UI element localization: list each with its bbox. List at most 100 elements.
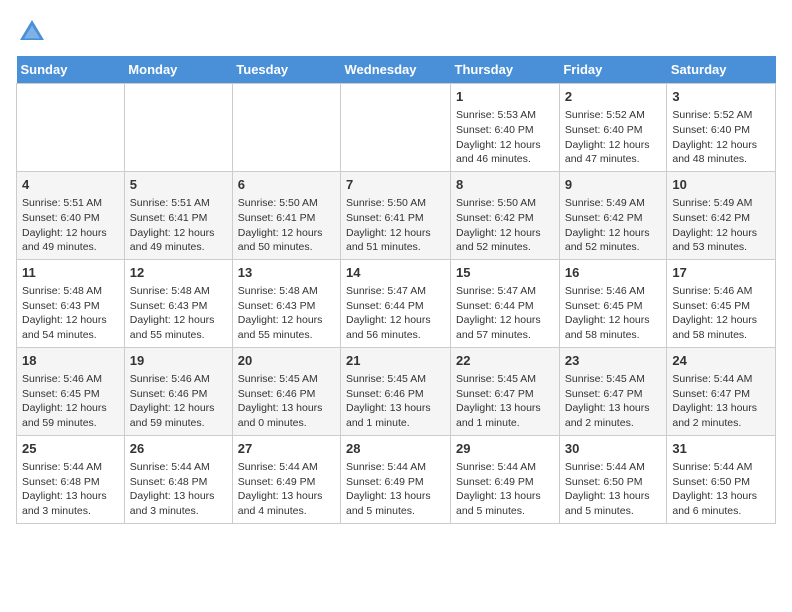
calendar-cell <box>17 84 125 172</box>
day-info: Sunrise: 5:49 AM Sunset: 6:42 PM Dayligh… <box>565 196 662 255</box>
day-info: Sunrise: 5:45 AM Sunset: 6:47 PM Dayligh… <box>456 372 554 431</box>
day-info: Sunrise: 5:47 AM Sunset: 6:44 PM Dayligh… <box>346 284 445 343</box>
day-info: Sunrise: 5:44 AM Sunset: 6:47 PM Dayligh… <box>672 372 770 431</box>
header-row: SundayMondayTuesdayWednesdayThursdayFrid… <box>17 56 776 84</box>
day-number: 3 <box>672 88 770 106</box>
day-header-sunday: Sunday <box>17 56 125 84</box>
day-number: 20 <box>238 352 335 370</box>
calendar-cell: 15 Sunrise: 5:47 AM Sunset: 6:44 PM Dayli… <box>451 259 560 347</box>
calendar-cell <box>341 84 451 172</box>
calendar-cell: 29Sunrise: 5:44 AM Sunset: 6:49 PM Dayli… <box>451 435 560 523</box>
day-number: 31 <box>672 440 770 458</box>
calendar-cell: 17 Sunrise: 5:46 AM Sunset: 6:45 PM Dayli… <box>667 259 776 347</box>
calendar-cell: 24 Sunrise: 5:44 AM Sunset: 6:47 PM Dayli… <box>667 347 776 435</box>
day-info: Sunrise: 5:50 AM Sunset: 6:41 PM Dayligh… <box>238 196 335 255</box>
day-number: 1 <box>456 88 554 106</box>
day-number: 17 <box>672 264 770 282</box>
day-number: 8 <box>456 176 554 194</box>
calendar-cell: 23Sunrise: 5:45 AM Sunset: 6:47 PM Dayli… <box>559 347 667 435</box>
day-info: Sunrise: 5:51 AM Sunset: 6:41 PM Dayligh… <box>130 196 227 255</box>
calendar-cell: 4 Sunrise: 5:51 AM Sunset: 6:40 PM Daylig… <box>17 171 125 259</box>
day-info: Sunrise: 5:48 AM Sunset: 6:43 PM Dayligh… <box>130 284 227 343</box>
day-number: 30 <box>565 440 662 458</box>
day-number: 26 <box>130 440 227 458</box>
day-number: 7 <box>346 176 445 194</box>
day-info: Sunrise: 5:50 AM Sunset: 6:42 PM Dayligh… <box>456 196 554 255</box>
calendar-cell: 13 Sunrise: 5:48 AM Sunset: 6:43 PM Dayli… <box>232 259 340 347</box>
day-number: 25 <box>22 440 119 458</box>
calendar-cell: 5 Sunrise: 5:51 AM Sunset: 6:41 PM Daylig… <box>124 171 232 259</box>
calendar-cell: 26 Sunrise: 5:44 AM Sunset: 6:48 PM Dayli… <box>124 435 232 523</box>
calendar-cell: 10Sunrise: 5:49 AM Sunset: 6:42 PM Dayli… <box>667 171 776 259</box>
day-info: Sunrise: 5:44 AM Sunset: 6:49 PM Dayligh… <box>456 460 554 519</box>
calendar-cell: 8 Sunrise: 5:50 AM Sunset: 6:42 PM Daylig… <box>451 171 560 259</box>
day-number: 21 <box>346 352 445 370</box>
calendar-cell: 16Sunrise: 5:46 AM Sunset: 6:45 PM Dayli… <box>559 259 667 347</box>
day-number: 15 <box>456 264 554 282</box>
day-header-saturday: Saturday <box>667 56 776 84</box>
day-number: 16 <box>565 264 662 282</box>
page-header <box>16 16 776 48</box>
day-header-thursday: Thursday <box>451 56 560 84</box>
day-number: 5 <box>130 176 227 194</box>
day-header-monday: Monday <box>124 56 232 84</box>
calendar-cell: 27Sunrise: 5:44 AM Sunset: 6:49 PM Dayli… <box>232 435 340 523</box>
calendar-cell: 12 Sunrise: 5:48 AM Sunset: 6:43 PM Dayli… <box>124 259 232 347</box>
week-row-2: 4 Sunrise: 5:51 AM Sunset: 6:40 PM Daylig… <box>17 171 776 259</box>
calendar-cell: 30 Sunrise: 5:44 AM Sunset: 6:50 PM Dayli… <box>559 435 667 523</box>
day-number: 19 <box>130 352 227 370</box>
calendar-cell: 28Sunrise: 5:44 AM Sunset: 6:49 PM Dayli… <box>341 435 451 523</box>
logo <box>16 16 52 48</box>
day-number: 2 <box>565 88 662 106</box>
day-info: Sunrise: 5:46 AM Sunset: 6:45 PM Dayligh… <box>672 284 770 343</box>
day-info: Sunrise: 5:51 AM Sunset: 6:40 PM Dayligh… <box>22 196 119 255</box>
week-row-3: 11 Sunrise: 5:48 AM Sunset: 6:43 PM Dayli… <box>17 259 776 347</box>
calendar-cell: 7 Sunrise: 5:50 AM Sunset: 6:41 PM Daylig… <box>341 171 451 259</box>
day-number: 23 <box>565 352 662 370</box>
day-number: 10 <box>672 176 770 194</box>
day-info: Sunrise: 5:45 AM Sunset: 6:46 PM Dayligh… <box>346 372 445 431</box>
day-info: Sunrise: 5:45 AM Sunset: 6:46 PM Dayligh… <box>238 372 335 431</box>
calendar-cell <box>232 84 340 172</box>
calendar-cell: 9 Sunrise: 5:49 AM Sunset: 6:42 PM Daylig… <box>559 171 667 259</box>
day-info: Sunrise: 5:44 AM Sunset: 6:50 PM Dayligh… <box>565 460 662 519</box>
calendar-cell: 2 Sunrise: 5:52 AM Sunset: 6:40 PM Daylig… <box>559 84 667 172</box>
day-number: 24 <box>672 352 770 370</box>
calendar-cell: 14Sunrise: 5:47 AM Sunset: 6:44 PM Dayli… <box>341 259 451 347</box>
calendar-cell: 31 Sunrise: 5:44 AM Sunset: 6:50 PM Dayli… <box>667 435 776 523</box>
calendar-cell: 21 Sunrise: 5:45 AM Sunset: 6:46 PM Dayli… <box>341 347 451 435</box>
calendar-cell: 22 Sunrise: 5:45 AM Sunset: 6:47 PM Dayli… <box>451 347 560 435</box>
day-header-friday: Friday <box>559 56 667 84</box>
day-info: Sunrise: 5:48 AM Sunset: 6:43 PM Dayligh… <box>22 284 119 343</box>
day-info: Sunrise: 5:46 AM Sunset: 6:45 PM Dayligh… <box>22 372 119 431</box>
calendar-cell: 25Sunrise: 5:44 AM Sunset: 6:48 PM Dayli… <box>17 435 125 523</box>
calendar-cell <box>124 84 232 172</box>
day-info: Sunrise: 5:44 AM Sunset: 6:48 PM Dayligh… <box>130 460 227 519</box>
day-number: 11 <box>22 264 119 282</box>
day-info: Sunrise: 5:48 AM Sunset: 6:43 PM Dayligh… <box>238 284 335 343</box>
day-number: 27 <box>238 440 335 458</box>
day-number: 22 <box>456 352 554 370</box>
day-info: Sunrise: 5:44 AM Sunset: 6:49 PM Dayligh… <box>346 460 445 519</box>
day-info: Sunrise: 5:44 AM Sunset: 6:50 PM Dayligh… <box>672 460 770 519</box>
logo-icon <box>16 16 48 48</box>
day-info: Sunrise: 5:53 AM Sunset: 6:40 PM Dayligh… <box>456 108 554 167</box>
day-number: 9 <box>565 176 662 194</box>
day-info: Sunrise: 5:52 AM Sunset: 6:40 PM Dayligh… <box>565 108 662 167</box>
day-info: Sunrise: 5:46 AM Sunset: 6:46 PM Dayligh… <box>130 372 227 431</box>
week-row-4: 18 Sunrise: 5:46 AM Sunset: 6:45 PM Dayli… <box>17 347 776 435</box>
week-row-5: 25 Sunrise: 5:44 AM Sunset: 6:48 PM Dayli… <box>17 435 776 523</box>
day-number: 12 <box>130 264 227 282</box>
day-number: 18 <box>22 352 119 370</box>
day-header-wednesday: Wednesday <box>341 56 451 84</box>
calendar-cell: 20 Sunrise: 5:45 AM Sunset: 6:46 PM Dayli… <box>232 347 340 435</box>
calendar-cell: 6 Sunrise: 5:50 AM Sunset: 6:41 PM Daylig… <box>232 171 340 259</box>
calendar-table: SundayMondayTuesdayWednesdayThursdayFrid… <box>16 56 776 524</box>
day-info: Sunrise: 5:50 AM Sunset: 6:41 PM Dayligh… <box>346 196 445 255</box>
day-number: 6 <box>238 176 335 194</box>
day-number: 13 <box>238 264 335 282</box>
day-info: Sunrise: 5:47 AM Sunset: 6:44 PM Dayligh… <box>456 284 554 343</box>
calendar-cell: 3Sunrise: 5:52 AM Sunset: 6:40 PM Daylig… <box>667 84 776 172</box>
day-number: 4 <box>22 176 119 194</box>
calendar-cell: 11 Sunrise: 5:48 AM Sunset: 6:43 PM Dayli… <box>17 259 125 347</box>
